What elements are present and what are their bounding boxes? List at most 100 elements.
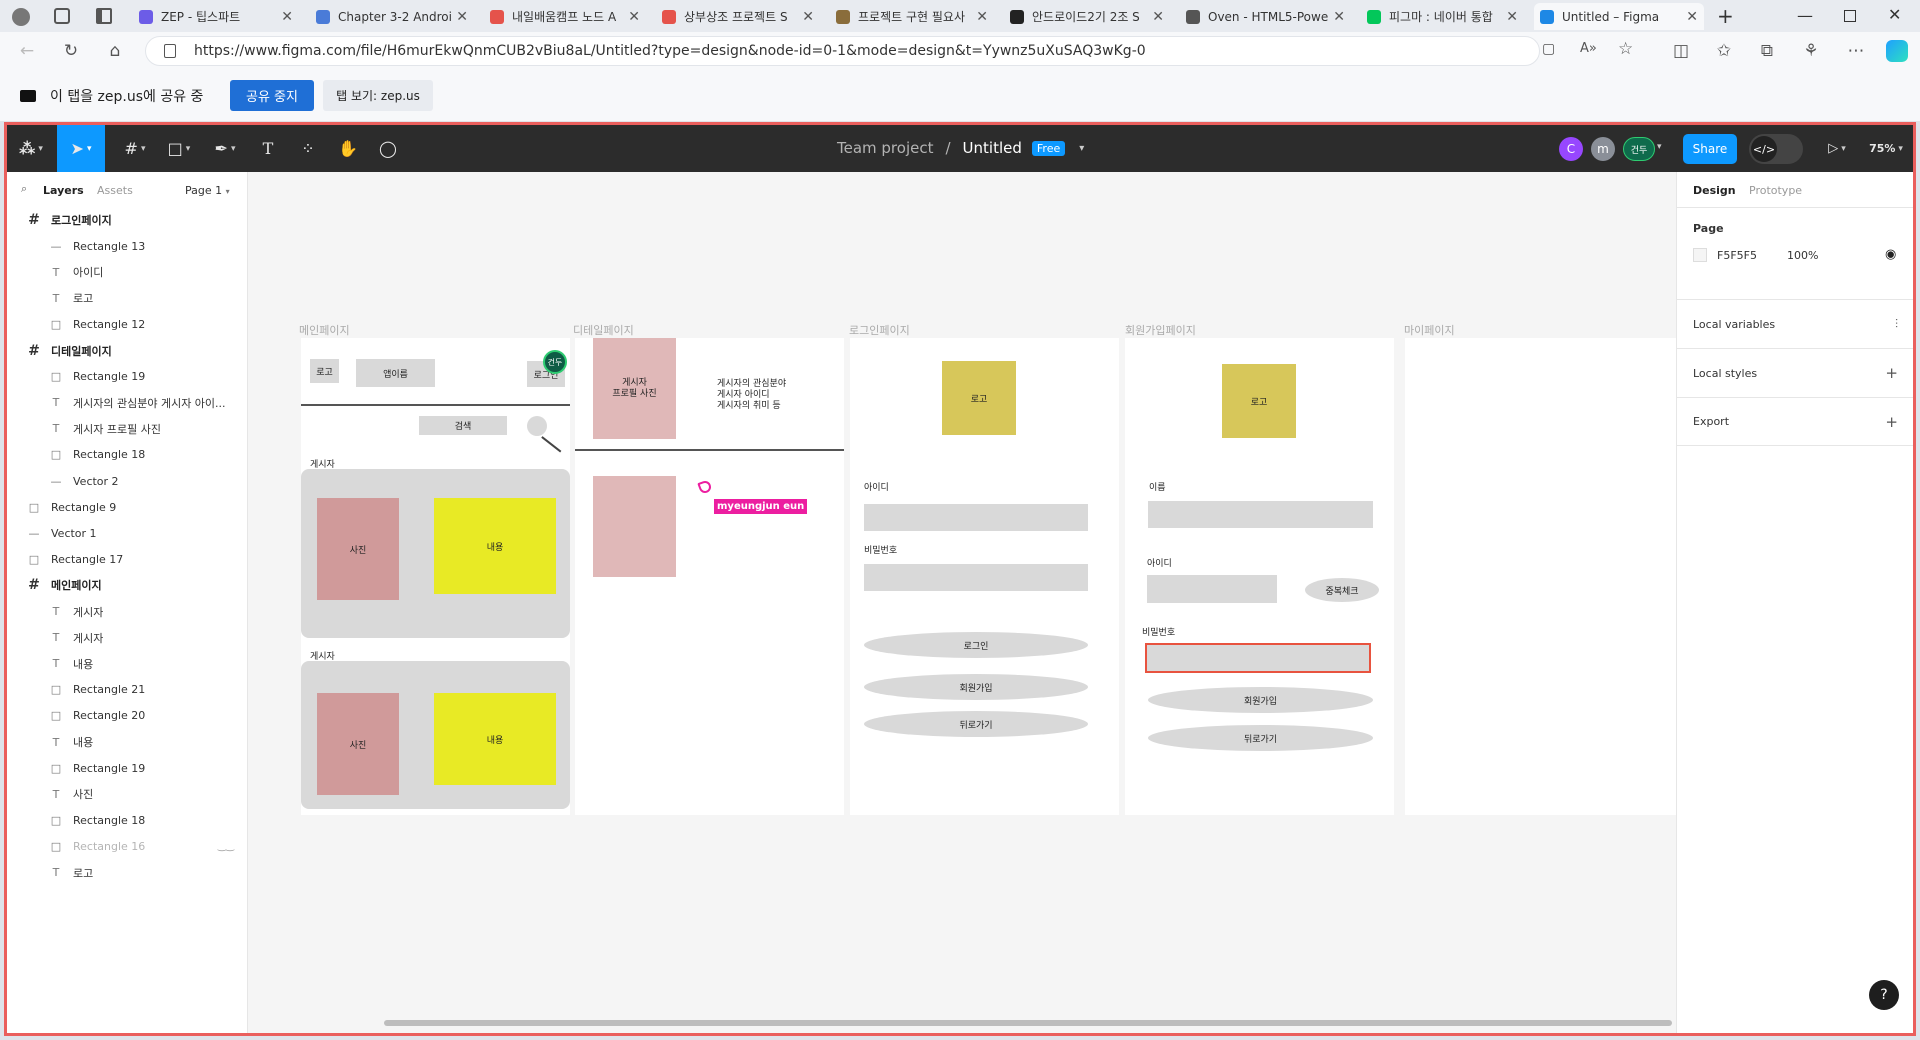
present-button[interactable]: ▷ ▾	[1819, 125, 1855, 172]
tab-close-icon[interactable]: ✕	[802, 9, 814, 25]
signup-id-input[interactable]	[1147, 575, 1277, 603]
login-logo-box[interactable]: 로고	[942, 361, 1016, 435]
layer-item[interactable]: # 메인페이지	[7, 572, 248, 598]
hand-tool-button[interactable]: ✋	[333, 125, 363, 172]
tab-close-icon[interactable]: ✕	[1506, 9, 1518, 25]
collaborator-avatar-3[interactable]: 건두	[1623, 137, 1655, 161]
browser-tab-6[interactable]: 안드로이드2기 2조 S ✕	[1004, 3, 1170, 30]
restore-icon[interactable]	[1844, 10, 1856, 22]
layer-item[interactable]: T 사진	[7, 781, 248, 807]
shape-tool-button[interactable]: □ ▾	[159, 125, 199, 172]
tab-layers[interactable]: Layers	[43, 184, 84, 197]
workspaces-icon[interactable]	[54, 8, 70, 24]
main-post-card-1[interactable]: 사진 내용	[301, 469, 570, 638]
clipboard-icon[interactable]: ▢	[1542, 41, 1555, 57]
frame-label-main[interactable]: 메인페이지	[299, 322, 350, 338]
share-button[interactable]: Share	[1683, 134, 1737, 164]
layer-item[interactable]: T 게시자 프로필 사진	[7, 416, 248, 442]
layer-item[interactable]: T 내용	[7, 651, 248, 677]
login-id-label[interactable]: 아이디	[864, 480, 889, 493]
pen-tool-button[interactable]: ✒ ▾	[205, 125, 245, 172]
layer-item[interactable]: □ Rectangle 21	[7, 677, 248, 703]
main-post-card-2[interactable]: 사진 내용	[301, 661, 570, 809]
detail-info-text[interactable]: 게시자의 관심분야 게시자 아이디 게시자의 취미 등	[717, 379, 786, 412]
tab-close-icon[interactable]: ✕	[456, 9, 468, 25]
login-back-button[interactable]: 뒤로가기	[864, 711, 1088, 737]
layer-item[interactable]: # 로그인페이지	[7, 207, 248, 233]
tab-close-icon[interactable]: ✕	[1333, 9, 1345, 25]
local-variables-section[interactable]: Local variables ⫶	[1677, 299, 1913, 348]
add-style-icon[interactable]: +	[1885, 364, 1898, 382]
layer-item[interactable]: T 아이디	[7, 259, 248, 285]
detail-post-photo[interactable]	[593, 476, 676, 577]
frame-login-page[interactable]: 로고 아이디 비밀번호 로그인 회원가입 뒤로가기	[850, 338, 1119, 815]
frame-main-page[interactable]: 로고 앱이름 로그인 건두 검색 게시자 사진 내용 게시자 사진 내용	[301, 338, 570, 815]
layer-item[interactable]: □ Rectangle 16 ‿‿	[7, 833, 248, 859]
browser-tab-7[interactable]: Oven - HTML5-Powe ✕	[1180, 3, 1351, 30]
tab-close-icon[interactable]: ✕	[1686, 9, 1698, 25]
layer-item[interactable]: □ Rectangle 17	[7, 546, 248, 572]
home-icon[interactable]: ⌂	[104, 40, 126, 62]
canvas-horizontal-scrollbar[interactable]	[384, 1020, 1672, 1026]
tab-assets[interactable]: Assets	[97, 184, 133, 197]
stop-sharing-button[interactable]: 공유 중지	[230, 80, 314, 111]
layer-item[interactable]: □ Rectangle 12	[7, 311, 248, 337]
layer-item[interactable]: □ Rectangle 19	[7, 364, 248, 390]
team-name[interactable]: Team project	[837, 139, 933, 157]
text-tool-button[interactable]: T	[253, 125, 283, 172]
tab-close-icon[interactable]: ✕	[281, 9, 293, 25]
layer-item[interactable]: □ Rectangle 20	[7, 703, 248, 729]
copilot-icon[interactable]	[1886, 40, 1908, 62]
help-button[interactable]: ?	[1869, 980, 1899, 1010]
comment-tool-button[interactable]: ◯	[373, 125, 403, 172]
frame-label-signup[interactable]: 회원가입페이지	[1125, 322, 1196, 338]
layer-item[interactable]: T 게시자	[7, 599, 248, 625]
layer-item[interactable]: — Vector 1	[7, 520, 248, 546]
signup-name-input[interactable]	[1148, 501, 1373, 528]
eye-icon[interactable]: ◉	[1885, 247, 1896, 262]
view-tab-button[interactable]: 탭 보기: zep.us	[323, 80, 433, 111]
search-magnifier-handle[interactable]	[541, 436, 562, 453]
page-color-value[interactable]: F5F5F5	[1717, 249, 1757, 262]
layer-item[interactable]: □ Rectangle 18	[7, 807, 248, 833]
main-photo-1[interactable]: 사진	[317, 498, 399, 600]
main-logo-box[interactable]: 로고	[310, 359, 339, 383]
frame-label-login[interactable]: 로그인페이지	[849, 322, 910, 338]
search-magnifier-icon[interactable]	[527, 416, 547, 436]
frame-detail-page[interactable]: 게시자 프로필 사진 게시자의 관심분야 게시자 아이디 게시자의 취미 등 m…	[575, 338, 844, 815]
minimize-icon[interactable]: —	[1797, 6, 1813, 25]
collaborator-avatar-1[interactable]: C	[1559, 137, 1583, 161]
tab-actions-icon[interactable]	[96, 8, 112, 24]
signup-id-label[interactable]: 아이디	[1147, 556, 1172, 569]
favorite-star-icon[interactable]: ☆	[1618, 39, 1633, 59]
browser-tab-3[interactable]: 내일배움캠프 노드 A ✕	[484, 3, 646, 30]
layer-item[interactable]: □ Rectangle 18	[7, 442, 248, 468]
main-content-1[interactable]: 내용	[434, 498, 556, 594]
main-header-divider[interactable]	[301, 404, 570, 406]
browser-tab-9[interactable]: Untitled – Figma ✕	[1534, 3, 1704, 30]
layer-item[interactable]: # 디테일페이지	[7, 338, 248, 364]
split-screen-icon[interactable]: ◫	[1670, 40, 1692, 62]
variables-icon[interactable]: ⫶	[1895, 317, 1898, 332]
signup-name-label[interactable]: 이름	[1149, 480, 1166, 493]
layer-item[interactable]: □ Rectangle 19	[7, 755, 248, 781]
browser-tab-5[interactable]: 프로젝트 구현 필요사 ✕	[830, 3, 994, 30]
frame-my-page[interactable]	[1405, 338, 1676, 815]
file-name[interactable]: Untitled	[963, 139, 1022, 157]
detail-divider[interactable]	[575, 449, 844, 451]
layer-item[interactable]: — Vector 2	[7, 468, 248, 494]
tab-close-icon[interactable]: ✕	[628, 9, 640, 25]
detail-profile-photo[interactable]: 게시자 프로필 사진	[593, 338, 676, 439]
avatar-chevron-icon[interactable]: ▾	[1657, 142, 1662, 152]
layer-item[interactable]: T 게시자	[7, 625, 248, 651]
login-pw-input[interactable]	[864, 564, 1088, 591]
file-menu-chevron-icon[interactable]: ▾	[1079, 143, 1084, 154]
page-color-swatch[interactable]	[1693, 248, 1707, 262]
back-icon[interactable]: ←	[16, 40, 38, 62]
export-section[interactable]: Export +	[1677, 397, 1913, 446]
login-pw-label[interactable]: 비밀번호	[864, 543, 897, 556]
refresh-icon[interactable]: ↻	[60, 40, 82, 62]
browser-tab-1[interactable]: ZEP - 팁스파트 ✕	[133, 3, 299, 30]
collaborator-avatar-2[interactable]: m	[1591, 137, 1615, 161]
frame-signup-page[interactable]: 로고 이름 아이디 중복체크 비밀번호 회원가입 뒤로가기	[1125, 338, 1394, 815]
